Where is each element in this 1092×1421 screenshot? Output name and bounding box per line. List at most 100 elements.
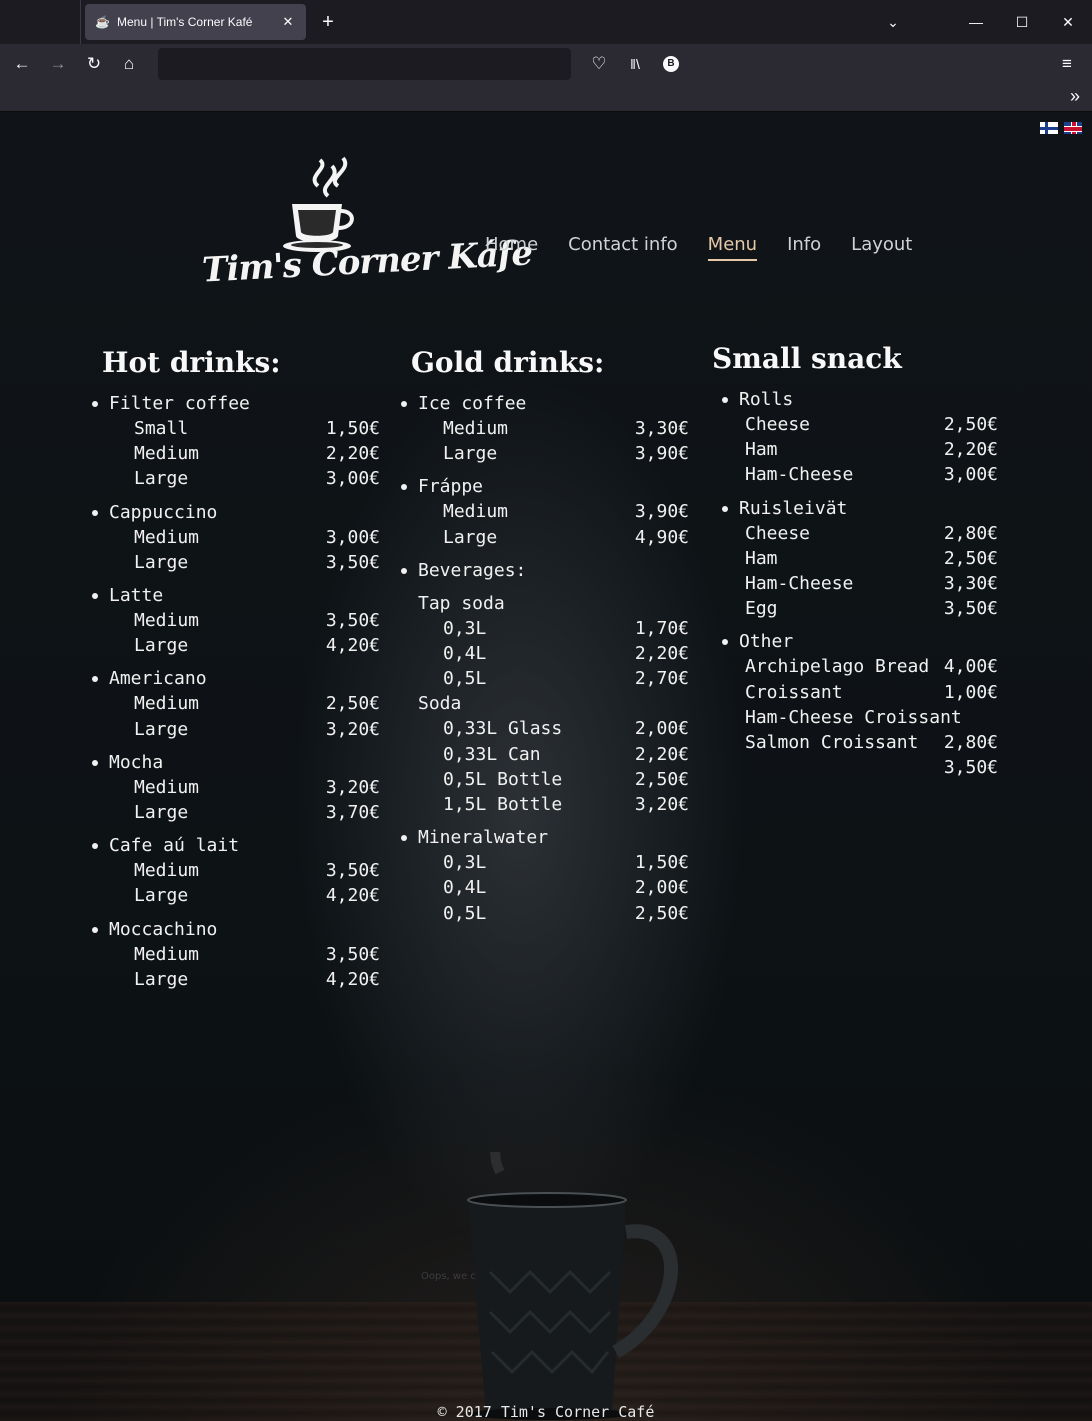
item-price: 2,00€ — [634, 877, 689, 899]
coffee-mug-image — [467, 1152, 678, 1420]
bookmarks-toolbar: » — [0, 84, 1092, 112]
finnish-flag-icon[interactable] — [1040, 122, 1058, 134]
item-price: 2,50€ — [943, 414, 998, 435]
browser-tab[interactable]: ☕ Menu | Tim's Corner Kafé ✕ — [85, 4, 306, 40]
faint-error-text: Oops, we c — [421, 1271, 476, 1282]
item-name: 0,3L — [443, 852, 487, 874]
nav-info[interactable]: Info — [787, 234, 821, 261]
site-logo[interactable]: Tim's Corner Káfe — [198, 156, 533, 301]
overflow-chevron-icon[interactable]: » — [1070, 86, 1080, 107]
item-name: Archipelago Bread — [745, 656, 930, 678]
nav-menu[interactable]: Menu — [707, 234, 758, 261]
menu-item-row: Large 3,90€ — [401, 441, 689, 466]
item-name: Ham-Cheese Croissant — [745, 706, 962, 728]
reload-icon[interactable]: ↻ — [82, 52, 106, 76]
menu-group: Ice coffee Medium 3,30€ Large 3,90€ — [401, 391, 689, 466]
maximize-icon[interactable]: ☐ — [1007, 10, 1037, 34]
close-window-icon[interactable]: ✕ — [1053, 10, 1083, 34]
group-title: Moccachino — [92, 917, 380, 942]
menu-item-row: Medium 3,20€ — [92, 775, 380, 800]
item-name: Medium — [134, 943, 200, 965]
hamburger-menu-icon[interactable]: ≡ — [1055, 52, 1079, 76]
item-name: Large — [134, 802, 189, 824]
sub-group-title: Tap soda — [418, 592, 505, 614]
list-all-tabs-icon[interactable]: ⌄ — [878, 10, 908, 34]
small-snack-column: Small snack Rolls Cheese 2,50€ Ham 2,20€ Ham… — [712, 342, 998, 780]
home-icon[interactable]: ⌂ — [117, 52, 141, 76]
group-title: Mineralwater — [401, 825, 689, 850]
menu-group: Mineralwater 0,3L 1,50€ 0,4L 2,00€ 0,5L 2,50€ — [401, 825, 689, 926]
item-price: 3,30€ — [943, 573, 998, 595]
english-flag-icon[interactable] — [1064, 122, 1082, 134]
item-price: 2,20€ — [325, 443, 380, 465]
item-name: 0,5L — [443, 668, 487, 690]
menu-group: Rolls Cheese 2,50€ Ham 2,20€ Ham-Cheese 3,00€ — [722, 387, 998, 488]
item-price: 3,00€ — [325, 526, 380, 548]
group-title: Filter coffee — [92, 391, 380, 416]
item-name: Ham-Cheese — [745, 573, 854, 595]
item-price: 4,90€ — [634, 526, 689, 548]
item-name: 0,33L Glass — [443, 718, 563, 740]
menu-item-row: 1,5L Bottle 3,20€ — [401, 792, 689, 817]
menu-item-row: Archipelago Bread 4,00€ — [722, 654, 998, 679]
back-arrow-icon[interactable]: ← — [10, 52, 34, 76]
item-price: 4,20€ — [325, 968, 380, 990]
item-name: Cheese — [745, 414, 811, 435]
menu-item-row: Ham-Cheese Croissant — [722, 705, 998, 730]
nav-layout[interactable]: Layout — [851, 234, 912, 261]
item-price: 4,20€ — [325, 635, 380, 657]
item-name: Medium — [134, 776, 200, 798]
menu-item-row: Ham-Cheese 3,00€ — [722, 462, 998, 487]
browser-tab-bar: ☕ Menu | Tim's Corner Kafé ✕ + ⌄ — ☐ ✕ — [0, 0, 1092, 44]
group-title: Rolls — [722, 387, 998, 412]
menu-item-row: Large 3,70€ — [92, 800, 380, 825]
item-price: 3,50€ — [325, 610, 380, 632]
group-title: Americano — [92, 666, 380, 691]
forward-arrow-icon[interactable]: → — [46, 52, 70, 76]
item-name: Large — [443, 526, 498, 548]
menu-item-row: Large 3,00€ — [92, 466, 380, 491]
menu-item-row: 0,5L 2,50€ — [401, 901, 689, 926]
menu-item-row: Large 4,90€ — [401, 525, 689, 550]
item-price: 3,50€ — [943, 598, 998, 620]
menu-item-row: Medium 3,50€ — [92, 942, 380, 967]
nav-contact-info[interactable]: Contact info — [568, 234, 678, 261]
library-icon[interactable]: ‖\ — [623, 52, 647, 76]
menu-item-row: Cheese 2,50€ — [722, 412, 998, 437]
menu-item-row: Small 1,50€ — [92, 416, 380, 441]
item-price: 2,80€ — [943, 522, 998, 544]
menu-item-row: Ham 2,20€ — [722, 437, 998, 462]
new-tab-button[interactable]: + — [318, 10, 338, 34]
menu-item-row: Medium 2,50€ — [92, 691, 380, 716]
close-tab-icon[interactable]: ✕ — [280, 14, 296, 30]
pocket-icon[interactable]: ♡ — [587, 52, 611, 76]
item-price: 2,50€ — [634, 768, 689, 790]
group-title: Latte — [92, 583, 380, 608]
item-price: 3,70€ — [325, 802, 380, 824]
item-price: 2,50€ — [634, 902, 689, 924]
group-title: Cafe aú lait — [92, 833, 380, 858]
menu-item-row: Ham 2,50€ — [722, 546, 998, 571]
item-name: 1,5L Bottle — [443, 794, 563, 816]
group-title: Beverages: — [401, 558, 689, 583]
address-bar[interactable] — [158, 48, 571, 80]
item-price: 3,20€ — [325, 776, 380, 798]
menu-item-row: 0,33L Can 2,20€ — [401, 742, 689, 767]
minimize-icon[interactable]: — — [961, 10, 991, 34]
tab-separator — [80, 0, 81, 44]
item-name: 0,5L Bottle — [443, 768, 563, 790]
item-name: Large — [134, 968, 189, 990]
menu-item-row: 0,3L 1,70€ — [401, 616, 689, 641]
web-page: Tim's Corner Káfe Home Contact info Menu… — [0, 112, 1092, 1421]
group-title: Mocha — [92, 750, 380, 775]
item-name: Large — [134, 551, 189, 573]
item-price: 3,50€ — [325, 551, 380, 573]
nav-home[interactable]: Home — [485, 234, 538, 261]
item-price: 3,50€ — [325, 860, 380, 882]
item-name: Salmon Croissant — [745, 732, 919, 754]
item-name: Cheese — [745, 522, 811, 544]
group-title: Other — [722, 629, 998, 654]
group-title: Fráppe — [401, 474, 689, 499]
item-name: Small — [134, 418, 189, 439]
extension-b-icon[interactable]: B — [663, 56, 679, 72]
